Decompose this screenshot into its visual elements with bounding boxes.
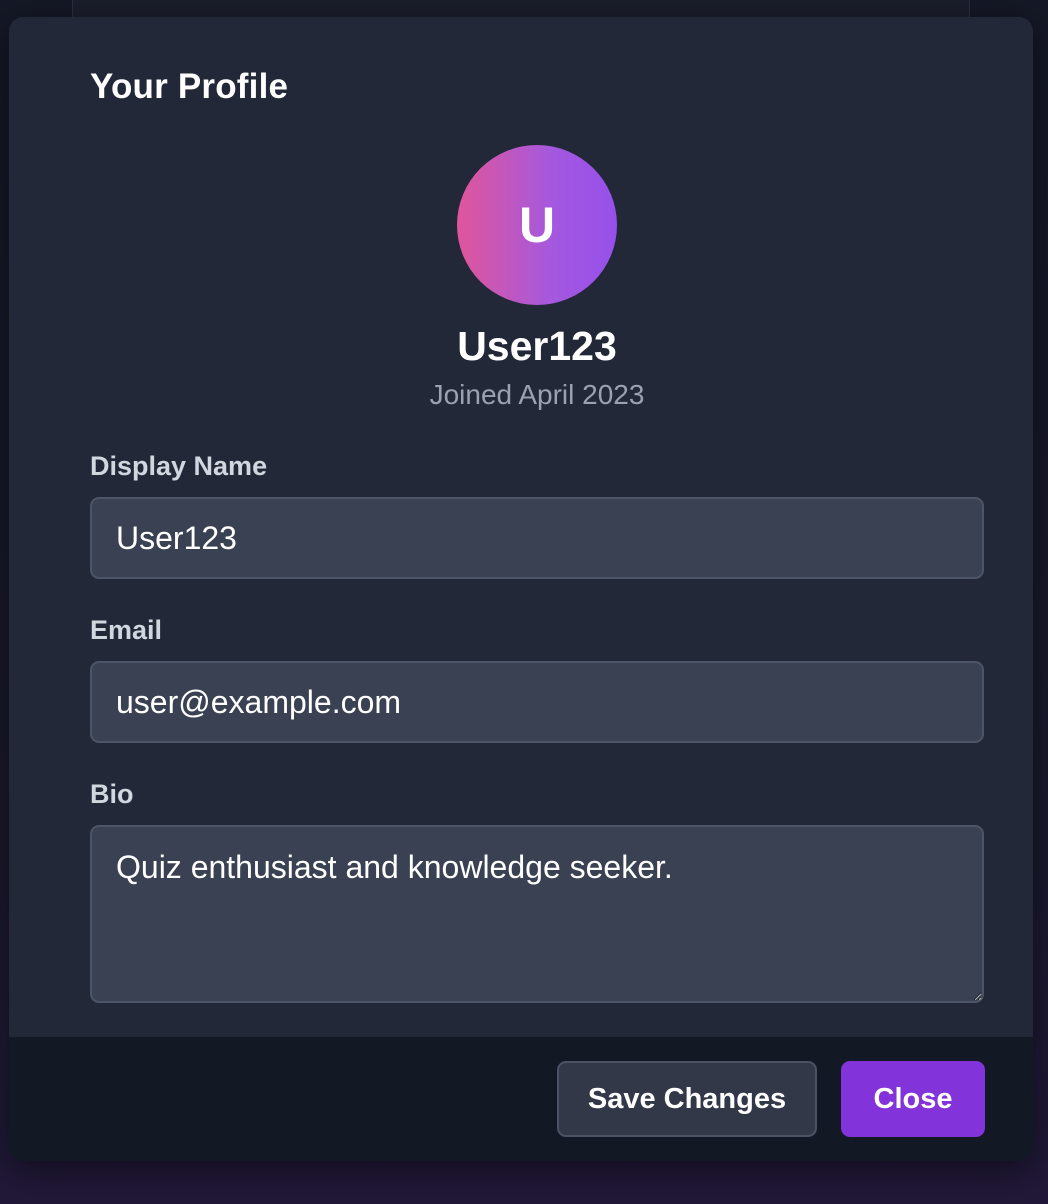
modal-body: Your Profile U User123 Joined April 2023… bbox=[9, 17, 1033, 1037]
email-label: Email bbox=[90, 615, 163, 645]
joined-date: Joined April 2023 bbox=[429, 379, 645, 410]
avatar-initial: U bbox=[518, 197, 556, 253]
modal-title: Your Profile bbox=[90, 67, 289, 106]
save-changes-button[interactable]: Save Changes bbox=[557, 1061, 817, 1137]
profile-username: User123 bbox=[457, 323, 617, 369]
profile-modal: Your Profile U User123 Joined April 2023… bbox=[9, 17, 1033, 1161]
modal-footer: Save Changes Close bbox=[9, 1037, 1033, 1161]
email-input[interactable] bbox=[90, 661, 984, 743]
bio-textarea[interactable]: Quiz enthusiast and knowledge seeker. bbox=[90, 825, 984, 1003]
avatar: U bbox=[457, 145, 617, 305]
display-name-input[interactable] bbox=[90, 497, 984, 579]
bio-label: Bio bbox=[90, 779, 134, 809]
close-button[interactable]: Close bbox=[841, 1061, 985, 1137]
display-name-label: Display Name bbox=[90, 451, 268, 481]
